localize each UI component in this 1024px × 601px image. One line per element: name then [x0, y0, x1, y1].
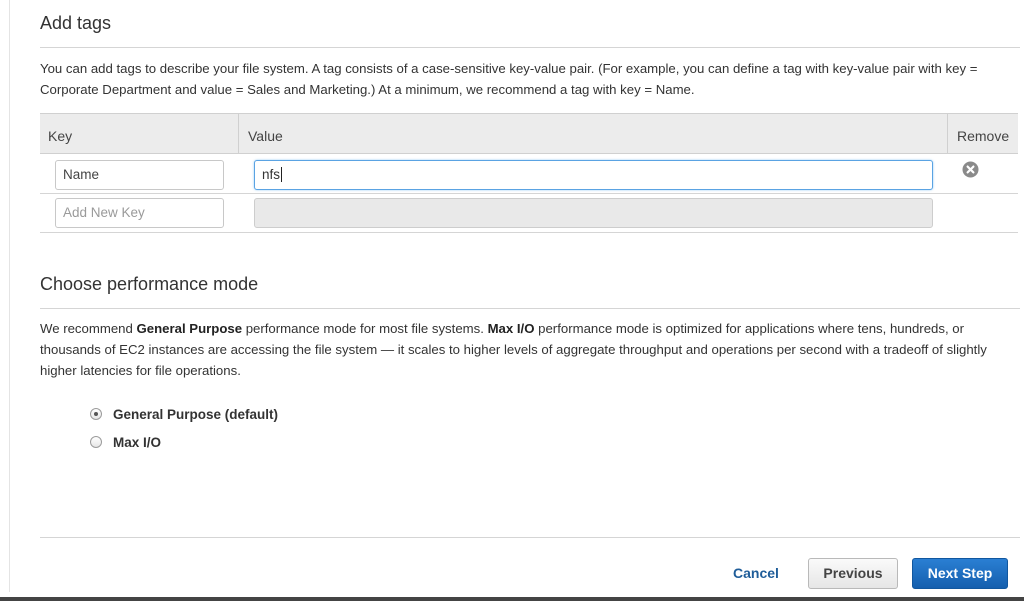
new-tag-key-input[interactable]: Add New Key	[55, 198, 224, 228]
radio-label: General Purpose (default)	[113, 407, 279, 422]
tag-value-input[interactable]: nfs	[254, 160, 933, 190]
previous-button[interactable]: Previous	[808, 558, 898, 589]
column-divider	[947, 114, 948, 153]
header-key: Key	[48, 128, 73, 144]
description-emphasis: General Purpose	[136, 321, 243, 336]
performance-title-divider	[40, 308, 1020, 309]
tags-title-divider	[40, 47, 1020, 48]
radio-button-checked[interactable]	[90, 408, 102, 420]
radio-button[interactable]	[90, 436, 102, 448]
performance-section-title: Choose performance mode	[40, 274, 259, 294]
tags-table-header: Key Value Remove	[40, 113, 1018, 154]
description-emphasis: Max I/O	[487, 321, 535, 336]
header-remove: Remove	[957, 128, 1010, 144]
footer-divider	[40, 537, 1020, 538]
row-divider	[40, 232, 1018, 233]
column-divider	[238, 114, 239, 153]
next-step-button[interactable]: Next Step	[912, 558, 1008, 589]
performance-description: We recommend General Purpose performance…	[40, 318, 1000, 381]
tags-description: You can add tags to describe your file s…	[40, 61, 978, 97]
new-tag-value-input[interactable]	[254, 198, 933, 228]
tag-value-text: nfs	[262, 167, 281, 182]
description-text: We recommend	[40, 321, 137, 336]
radio-label: Max I/O	[113, 435, 162, 450]
cancel-button[interactable]: Cancel	[722, 558, 790, 589]
header-value: Value	[248, 128, 283, 144]
text-caret	[281, 167, 283, 182]
tags-table: Key Value Remove Name nfs Add New Key	[40, 113, 1018, 233]
tag-key-input[interactable]: Name	[55, 160, 224, 190]
close-circle-icon[interactable]	[962, 161, 979, 178]
tags-section-title: Add tags	[40, 13, 112, 33]
row-divider	[40, 193, 1018, 194]
left-border	[9, 0, 10, 592]
description-text: performance mode for most file systems.	[242, 321, 488, 336]
window-bottom-edge	[0, 597, 1024, 601]
